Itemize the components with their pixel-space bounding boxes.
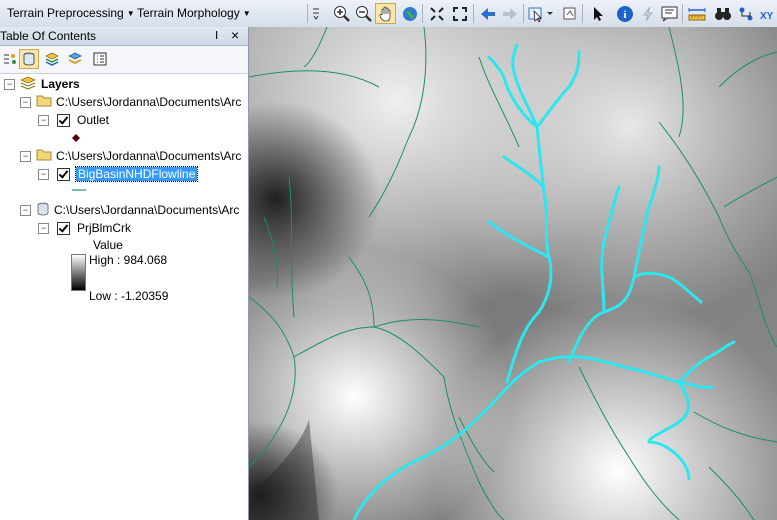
layer-row-flowline[interactable]: − BigBasinNHDFlowline: [38, 166, 199, 182]
identify-icon[interactable]: i: [614, 3, 635, 24]
legend-value-label: Value: [93, 237, 123, 253]
hyperlink-icon[interactable]: [637, 3, 658, 24]
collapse-icon[interactable]: −: [4, 78, 15, 90]
workspace-row[interactable]: − C:\Users\Jordanna\Documents\Arc: [20, 202, 239, 218]
dropdown-caret-icon: ▼: [126, 9, 135, 18]
flowline-symbol[interactable]: [72, 182, 86, 198]
toolbar-separator: [422, 4, 423, 23]
legend-high-text: High : 984.068: [89, 253, 168, 267]
globe-icon[interactable]: [399, 3, 420, 24]
layer-name-flowline[interactable]: BigBasinNHDFlowline: [74, 166, 199, 182]
list-by-source-icon[interactable]: [19, 49, 39, 69]
collapse-icon[interactable]: −: [38, 222, 49, 234]
options-icon[interactable]: [90, 49, 110, 69]
toc-title: Table Of Contents: [0, 29, 97, 43]
layer-visibility-checkbox[interactable]: [57, 167, 70, 181]
select-elements-icon[interactable]: [587, 3, 608, 24]
workspace-row[interactable]: − C:\Users\Jordanna\Documents\Arc: [20, 148, 241, 164]
layer-name-outlet[interactable]: Outlet: [77, 113, 109, 127]
table-of-contents-panel: Table Of Contents Ⅰ × − Layers − C:\User…: [0, 27, 249, 520]
back-arrow-icon[interactable]: [477, 3, 498, 24]
folder-icon: [36, 94, 52, 110]
layer-visibility-checkbox[interactable]: [57, 221, 70, 235]
outlet-symbol[interactable]: [72, 130, 80, 146]
folder-icon: [36, 148, 52, 164]
layer-visibility-checkbox[interactable]: [57, 113, 70, 127]
select-features-icon[interactable]: [527, 3, 555, 24]
layers-label: Layers: [41, 77, 80, 91]
legend-color-ramp[interactable]: [71, 254, 86, 291]
terrain-preprocessing-menu[interactable]: Terrain Preprocessing ▼: [7, 6, 135, 20]
toolbar-separator: [582, 4, 583, 23]
list-by-visibility-icon[interactable]: [42, 49, 62, 69]
svg-text:XY: XY: [760, 11, 774, 22]
workspace-path: C:\Users\Jordanna\Documents\Arc: [56, 95, 242, 109]
layer-row-outlet[interactable]: − Outlet: [38, 112, 109, 128]
toolbar-separator: [682, 4, 683, 23]
collapse-icon[interactable]: −: [38, 168, 49, 180]
legend-low: Low : -1.20359: [89, 288, 168, 304]
workspace-path: C:\Users\Jordanna\Documents\Arc: [54, 203, 240, 217]
pin-icon[interactable]: Ⅰ: [215, 29, 218, 42]
toolbar-separator: [473, 4, 474, 23]
legend-high: High : 984.068: [89, 252, 167, 268]
map-svg[interactable]: [249, 27, 777, 520]
find-route-icon[interactable]: [735, 3, 756, 24]
collapse-icon[interactable]: −: [20, 96, 31, 108]
find-icon[interactable]: [712, 3, 733, 24]
terrain-morphology-menu[interactable]: Terrain Morphology ▼: [137, 6, 251, 20]
layers-root-row[interactable]: − Layers: [4, 76, 80, 92]
layer-name-raster[interactable]: PrjBlmCrk: [77, 221, 131, 235]
map-canvas[interactable]: [249, 27, 777, 520]
forward-arrow-icon[interactable]: [499, 3, 520, 24]
workspace-path: C:\Users\Jordanna\Documents\Arc: [56, 149, 242, 163]
main-toolbar: Terrain Preprocessing ▼ Terrain Morpholog…: [0, 0, 777, 28]
zoom-out-icon[interactable]: [353, 3, 374, 24]
zoom-in-icon[interactable]: [331, 3, 352, 24]
terrain-morphology-label: Terrain Morphology: [137, 6, 240, 20]
value-label: Value: [93, 238, 123, 252]
pan-hand-icon[interactable]: [375, 3, 396, 24]
go-to-xy-icon[interactable]: XY: [757, 3, 777, 24]
workspace-row[interactable]: − C:\Users\Jordanna\Documents\Arc: [20, 94, 241, 110]
collapse-icon[interactable]: −: [20, 150, 31, 162]
toolbar-separator: [523, 4, 524, 23]
fixed-zoom-out-icon[interactable]: [449, 3, 470, 24]
clear-selection-icon[interactable]: [559, 3, 580, 24]
list-by-drawing-order-icon[interactable]: [0, 49, 20, 69]
svg-text:i: i: [623, 9, 626, 21]
dropdown-caret-icon: ▼: [242, 9, 251, 18]
database-icon: [36, 202, 50, 219]
layer-row-raster[interactable]: − PrjBlmCrk: [38, 220, 131, 236]
measure-icon[interactable]: [686, 3, 707, 24]
list-by-selection-icon[interactable]: [65, 49, 85, 69]
toc-title-bar: Table Of Contents Ⅰ ×: [0, 27, 248, 46]
toolbar-separator: [307, 4, 308, 23]
toc-toolbar: [0, 46, 248, 74]
close-icon[interactable]: ×: [231, 27, 239, 43]
legend-low-text: Low : -1.20359: [89, 289, 169, 303]
html-popup-icon[interactable]: [659, 3, 680, 24]
terrain-preprocessing-label: Terrain Preprocessing: [7, 6, 124, 20]
fixed-zoom-in-icon[interactable]: [426, 3, 447, 24]
collapse-icon[interactable]: −: [20, 204, 31, 216]
collapse-icon[interactable]: −: [38, 114, 49, 126]
toolbar-overflow-icon[interactable]: [309, 3, 323, 24]
layers-stack-icon: [20, 76, 36, 93]
